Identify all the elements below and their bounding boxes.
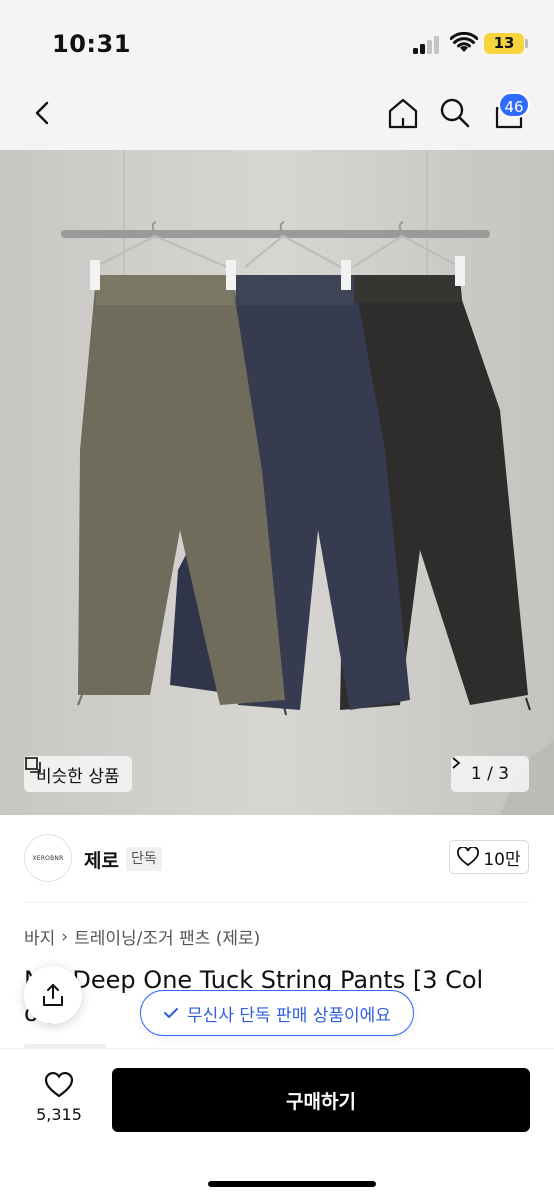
heart-icon — [44, 1071, 74, 1098]
breadcrumb-separator-icon: › — [61, 926, 69, 947]
home-indicator — [208, 1181, 376, 1187]
exclusive-notice-text: 무신사 단독 판매 상품이에요 — [187, 1005, 391, 1026]
pager-text: 1 / 3 — [470, 764, 510, 784]
share-button[interactable] — [24, 966, 82, 1024]
home-icon[interactable] — [386, 96, 420, 130]
brand-like-button[interactable]: 10만 — [449, 840, 529, 874]
status-time: 10:31 — [52, 30, 131, 58]
battery-indicator: 13 — [484, 33, 524, 54]
breadcrumb: 바지 › 트레이닝/조거 팬츠 (제로) — [24, 924, 260, 950]
exclusive-tag: 단독 — [126, 847, 162, 871]
battery-cap — [525, 39, 528, 48]
signal-icon — [413, 36, 441, 54]
top-nav — [0, 88, 554, 150]
brand-logo[interactable]: XEROBNR — [24, 834, 72, 882]
pants-photo — [0, 150, 554, 815]
exclusive-notice-pill[interactable]: 무신사 단독 판매 상품이에요 — [140, 990, 414, 1036]
breadcrumb-subcategory[interactable]: 트레이닝/조거 팬츠 (제로) — [74, 924, 260, 949]
similar-products-button[interactable]: 비슷한 상품 — [24, 756, 132, 792]
wishlist-count: 5,315 — [36, 1105, 82, 1124]
back-icon[interactable] — [26, 96, 60, 130]
brand-like-count: 10만 — [483, 849, 521, 870]
wifi-icon — [450, 32, 478, 52]
chevron-right-icon — [452, 757, 461, 769]
image-pager[interactable]: 1 / 3 — [451, 756, 529, 792]
wishlist-button[interactable]: 5,315 — [26, 1071, 92, 1124]
product-image[interactable]: 비슷한 상품 1 / 3 — [0, 150, 554, 815]
similar-products-label: 비슷한 상품 — [36, 766, 120, 787]
divider — [24, 902, 530, 903]
breadcrumb-category[interactable]: 바지 — [24, 924, 55, 949]
buy-button[interactable]: 구매하기 — [112, 1068, 530, 1132]
status-bar: 10:31 13 — [0, 0, 554, 88]
cart-count-badge: 46 — [498, 92, 530, 118]
brand-row: XEROBNR 제로 단독 10만 — [0, 830, 554, 886]
brand-name[interactable]: 제로 — [84, 846, 119, 873]
share-icon — [43, 984, 63, 1006]
check-icon — [164, 1008, 179, 1018]
similar-icon — [25, 757, 41, 773]
heart-icon — [457, 847, 480, 867]
purchase-bar: 5,315 구매하기 — [0, 1048, 554, 1200]
search-icon[interactable] — [438, 96, 472, 130]
